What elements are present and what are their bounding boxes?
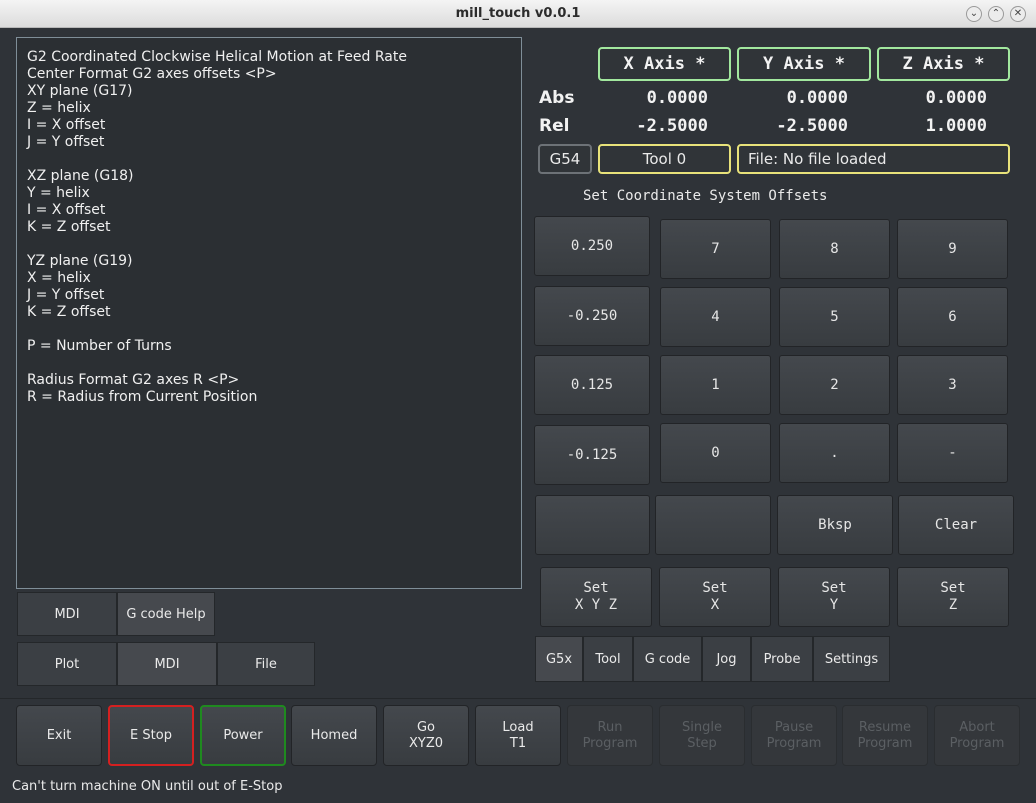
abs-label: Abs: [539, 88, 575, 108]
decimal-point-button[interactable]: .: [779, 423, 890, 483]
x-rel-value: -2.5000: [636, 116, 708, 136]
set-y-button[interactable]: Set Y: [778, 567, 890, 627]
y-rel-value: -2.5000: [776, 116, 848, 136]
tab-gcode[interactable]: G code: [633, 636, 702, 682]
z-axis-button[interactable]: Z Axis *: [877, 47, 1010, 81]
gcode-help-text: G2 Coordinated Clockwise Helical Motion …: [27, 49, 407, 405]
tab-probe[interactable]: Probe: [751, 636, 813, 682]
homed-button[interactable]: Homed: [291, 705, 377, 766]
x-axis-button[interactable]: X Axis *: [598, 47, 731, 81]
close-icon[interactable]: ✕: [1010, 6, 1026, 22]
z-rel-value: 1.0000: [925, 116, 987, 136]
coord-system-indicator: G54: [538, 144, 592, 174]
rel-label: Rel: [539, 116, 570, 136]
y-abs-value: 0.0000: [786, 88, 848, 108]
digit-1-button[interactable]: 1: [660, 355, 771, 415]
digit-6-button[interactable]: 6: [897, 287, 1008, 347]
file-indicator: File: No file loaded: [737, 144, 1010, 174]
tool-indicator: Tool 0: [598, 144, 731, 174]
blank-button-2[interactable]: [655, 495, 771, 555]
digit-0-button[interactable]: 0: [660, 423, 771, 483]
digit-8-button[interactable]: 8: [779, 219, 890, 279]
step-button-minus-0125[interactable]: -0.125: [534, 425, 650, 485]
pause-program-button[interactable]: Pause Program: [751, 705, 837, 766]
step-button-0250[interactable]: 0.250: [534, 216, 650, 276]
single-step-button[interactable]: Single Step: [659, 705, 745, 766]
tab-gcode-help[interactable]: G code Help: [117, 592, 215, 636]
status-message: Can't turn machine ON until out of E-Sto…: [12, 779, 283, 794]
backspace-button[interactable]: Bksp: [777, 495, 893, 555]
tab-mdi[interactable]: MDI: [117, 642, 217, 686]
exit-button[interactable]: Exit: [16, 705, 102, 766]
digit-7-button[interactable]: 7: [660, 219, 771, 279]
minus-sign-button[interactable]: -: [897, 423, 1008, 483]
maximize-icon[interactable]: ⌃: [988, 6, 1004, 22]
step-button-minus-0250[interactable]: -0.250: [534, 286, 650, 346]
set-z-button[interactable]: Set Z: [897, 567, 1009, 627]
set-x-button[interactable]: Set X: [659, 567, 771, 627]
minimize-icon[interactable]: ⌄: [966, 6, 982, 22]
tab-g5x[interactable]: G5x: [535, 636, 583, 682]
tab-file[interactable]: File: [217, 642, 315, 686]
tab-jog[interactable]: Jog: [702, 636, 751, 682]
run-program-button[interactable]: Run Program: [567, 705, 653, 766]
clear-button[interactable]: Clear: [898, 495, 1014, 555]
tab-plot[interactable]: Plot: [17, 642, 117, 686]
z-abs-value: 0.0000: [925, 88, 987, 108]
blank-button-1[interactable]: [535, 495, 650, 555]
x-abs-value: 0.0000: [646, 88, 708, 108]
digit-5-button[interactable]: 5: [779, 287, 890, 347]
abort-program-button[interactable]: Abort Program: [934, 705, 1020, 766]
go-xyz0-button[interactable]: Go XYZ0: [383, 705, 469, 766]
resume-program-button[interactable]: Resume Program: [842, 705, 928, 766]
tab-mdi-help[interactable]: MDI: [17, 592, 117, 636]
tab-settings[interactable]: Settings: [813, 636, 890, 682]
window-title: mill_touch v0.0.1: [455, 6, 581, 21]
digit-4-button[interactable]: 4: [660, 287, 771, 347]
load-t1-button[interactable]: Load T1: [475, 705, 561, 766]
tab-tool[interactable]: Tool: [583, 636, 633, 682]
bottom-divider: [0, 698, 1036, 699]
digit-9-button[interactable]: 9: [897, 219, 1008, 279]
step-button-0125[interactable]: 0.125: [534, 355, 650, 415]
gcode-help-panel[interactable]: G2 Coordinated Clockwise Helical Motion …: [16, 37, 522, 589]
digit-2-button[interactable]: 2: [779, 355, 890, 415]
estop-button[interactable]: E Stop: [108, 705, 194, 766]
digit-3-button[interactable]: 3: [897, 355, 1008, 415]
y-axis-button[interactable]: Y Axis *: [737, 47, 871, 81]
power-button[interactable]: Power: [200, 705, 286, 766]
keypad-title: Set Coordinate System Offsets: [583, 188, 828, 204]
set-xyz-button[interactable]: Set X Y Z: [540, 567, 652, 627]
